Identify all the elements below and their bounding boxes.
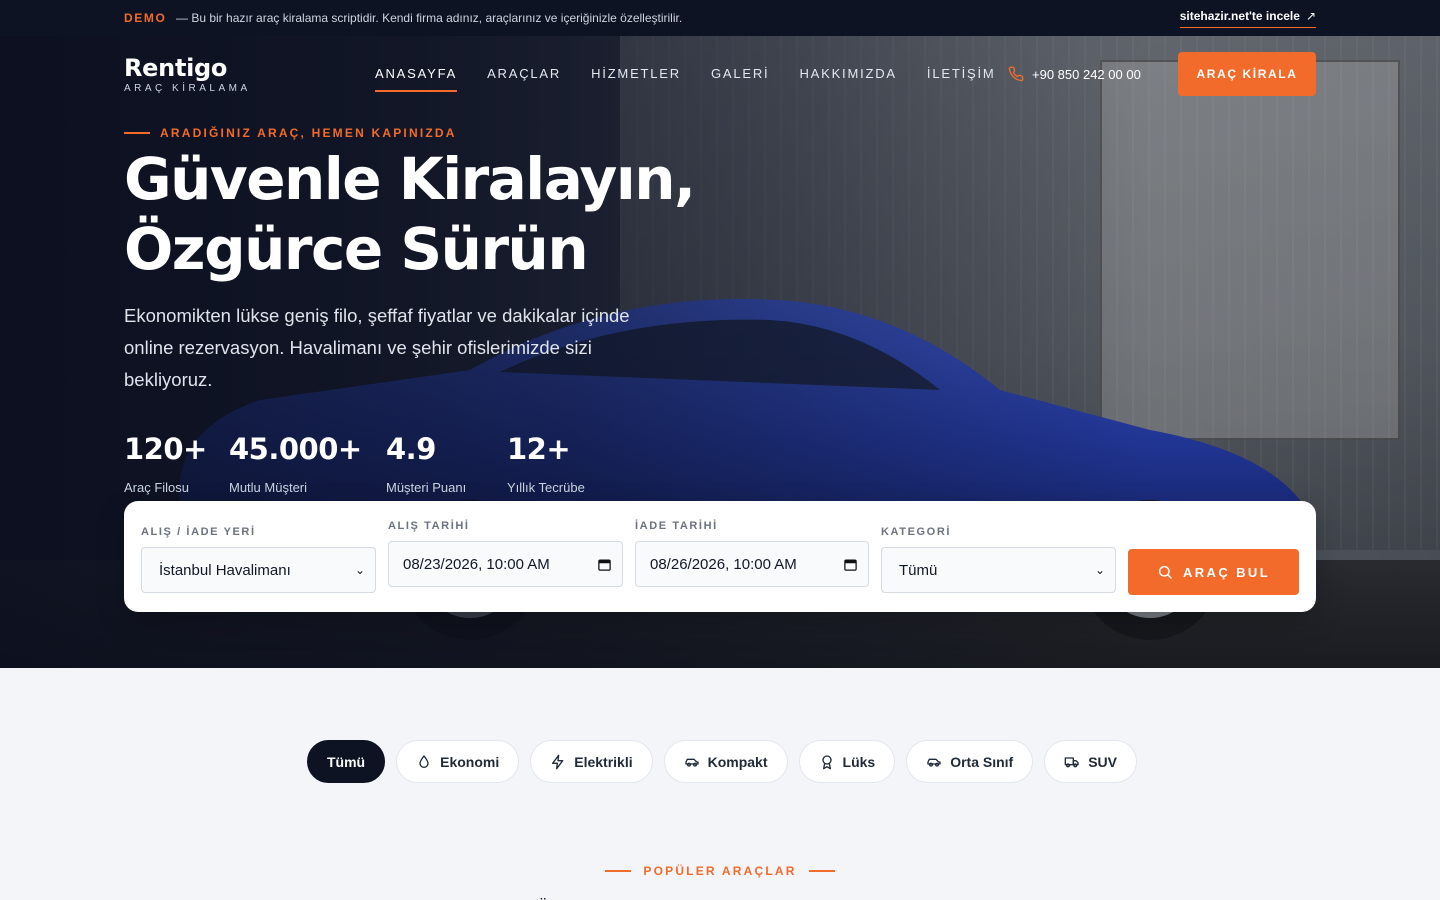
- filter-midsize[interactable]: Orta Sınıf: [906, 740, 1034, 783]
- hero-eyebrow: ARADIĞINIZ ARAÇ, HEMEN KAPINIZDA: [124, 126, 457, 140]
- category-field: KATEGORİ Tümü ⌄: [881, 526, 1116, 593]
- return-date-field: İADE TARİHİ 08/26/2026, 10:00 AM: [635, 520, 869, 587]
- popular-section-eyebrow: POPÜLER ARAÇLAR: [0, 864, 1440, 878]
- stat-experience: 12+ Yıllık Tecrübe: [507, 432, 617, 495]
- award-icon: [821, 754, 832, 769]
- main-nav: ANASAYFA ARAÇLAR HİZMETLER GALERİ HAKKIM…: [375, 66, 996, 92]
- brand-name: Rentigo: [124, 54, 228, 82]
- section-title-fragment: ··: [540, 894, 547, 900]
- hero-lead: Ekonomikten lükse geniş filo, şeffaf fiy…: [124, 305, 630, 390]
- pickup-date-label: ALIŞ TARİHİ: [388, 520, 470, 532]
- return-date-label: İADE TARİHİ: [635, 520, 718, 532]
- filter-compact[interactable]: Kompakt: [663, 740, 788, 783]
- eyebrow-line: [605, 870, 632, 872]
- stat-value: 12+: [507, 432, 571, 466]
- chevron-down-icon: ⌄: [1094, 563, 1105, 577]
- filter-economy[interactable]: Ekonomi: [396, 740, 520, 783]
- hero-title: Güvenle Kiralayın, Özgürce Sürün: [124, 144, 764, 284]
- eyebrow-line: [808, 870, 835, 872]
- nav-item-anasayfa[interactable]: ANASAYFA: [375, 66, 458, 92]
- demo-link-label: sitehazir.net'te incele: [1179, 9, 1300, 23]
- find-car-label: ARAÇ BUL: [1182, 564, 1271, 580]
- search-icon: [1158, 565, 1172, 579]
- category-value: Tümü: [899, 561, 938, 579]
- nav-item-iletisim[interactable]: İLETİŞİM: [927, 66, 996, 92]
- stat-value: 120+: [124, 432, 207, 466]
- filter-label: Kompakt: [707, 753, 768, 770]
- eyebrow-line: [124, 132, 150, 134]
- hero-eyebrow-text: ARADIĞINIZ ARAÇ, HEMEN KAPINIZDA: [160, 126, 457, 140]
- hero-stats: 120+ Araç Filosu 45.000+ Mutlu Müşteri 4…: [124, 432, 617, 495]
- hero-title-line1: Güvenle Kiralayın,: [124, 145, 696, 213]
- demo-tag: DEMO: [124, 11, 167, 25]
- stat-customers: 45.000+ Mutlu Müşteri: [229, 432, 386, 495]
- pickup-date-field: ALIŞ TARİHİ 08/23/2026, 10:00 AM: [388, 520, 623, 587]
- nav-item-hakkimizda[interactable]: HAKKIMIZDA: [799, 66, 896, 92]
- location-select[interactable]: İstanbul Havalimanı ⌄: [141, 547, 376, 593]
- logo[interactable]: Rentigo ARAÇ KİRALAMA: [124, 54, 251, 94]
- stat-label: Mutlu Müşteri: [229, 480, 308, 495]
- brand-tagline: ARAÇ KİRALAMA: [124, 83, 251, 94]
- calendar-icon[interactable]: [843, 557, 858, 572]
- phone-number: +90 850 242 00 00: [1032, 66, 1141, 82]
- search-card: ALIŞ / İADE YERİ İstanbul Havalimanı ⌄ A…: [124, 501, 1316, 612]
- rent-car-button[interactable]: ARAÇ KİRALA: [1178, 52, 1316, 96]
- chevron-down-icon: ⌄: [354, 563, 365, 577]
- nav-item-hizmetler[interactable]: HİZMETLER: [591, 66, 681, 92]
- external-link-icon: ↗: [1305, 9, 1316, 23]
- stat-label: Müşteri Puanı: [386, 480, 467, 495]
- car-icon: [927, 758, 941, 767]
- filter-label: Tümü: [327, 753, 366, 770]
- stat-value: 45.000+: [229, 432, 362, 466]
- car-icon: [684, 758, 699, 767]
- filter-label: Elektrikli: [574, 753, 633, 770]
- demo-text: — Bu bir hazır araç kiralama scriptidir.…: [176, 11, 683, 25]
- location-label: ALIŞ / İADE YERİ: [141, 526, 256, 538]
- stat-label: Araç Filosu: [124, 480, 190, 495]
- filter-electric[interactable]: Elektrikli: [530, 740, 653, 783]
- stat-label: Yıllık Tecrübe: [507, 480, 585, 495]
- location-value: İstanbul Havalimanı: [159, 561, 291, 579]
- pickup-date-input[interactable]: 08/23/2026, 10:00 AM: [388, 541, 623, 587]
- popular-eyebrow-text: POPÜLER ARAÇLAR: [643, 864, 797, 878]
- demo-link[interactable]: sitehazir.net'te incele ↗: [1179, 9, 1316, 28]
- hero-title-line2: Özgürce Sürün: [124, 215, 589, 283]
- nav-item-galeri[interactable]: GALERİ: [711, 66, 769, 92]
- category-label: KATEGORİ: [881, 526, 952, 538]
- filter-label: Lüks: [842, 753, 876, 770]
- pickup-date-value: 08/23/2026, 10:00 AM: [403, 555, 550, 573]
- phone-link[interactable]: +90 850 242 00 00: [1008, 66, 1141, 82]
- filter-label: SUV: [1088, 753, 1118, 770]
- filter-label: Orta Sınıf: [950, 753, 1014, 770]
- truck-icon: [1064, 756, 1079, 767]
- category-select[interactable]: Tümü ⌄: [881, 547, 1116, 593]
- filter-label: Ekonomi: [440, 753, 500, 770]
- phone-icon: [1008, 66, 1024, 82]
- stat-rating: 4.9 Müşteri Puanı: [386, 432, 507, 495]
- return-date-input[interactable]: 08/26/2026, 10:00 AM: [635, 541, 869, 587]
- filter-all[interactable]: Tümü: [307, 740, 386, 783]
- nav-item-araclar[interactable]: ARAÇLAR: [487, 66, 561, 92]
- bolt-icon: [552, 754, 564, 769]
- demo-bar: DEMO — Bu bir hazır araç kiralama script…: [0, 0, 1440, 36]
- find-car-button[interactable]: ARAÇ BUL: [1128, 549, 1299, 595]
- category-filters: Tümü Ekonomi Elektrikli Kompakt Lüks Ort…: [307, 740, 1138, 783]
- stat-fleet: 120+ Araç Filosu: [124, 432, 229, 495]
- calendar-icon[interactable]: [597, 557, 612, 572]
- filter-luxury[interactable]: Lüks: [798, 740, 896, 783]
- location-field: ALIŞ / İADE YERİ İstanbul Havalimanı ⌄: [141, 526, 376, 593]
- return-date-value: 08/26/2026, 10:00 AM: [650, 555, 797, 573]
- drop-icon: [419, 754, 429, 768]
- filter-suv[interactable]: SUV: [1044, 740, 1138, 783]
- stat-value: 4.9: [386, 432, 436, 466]
